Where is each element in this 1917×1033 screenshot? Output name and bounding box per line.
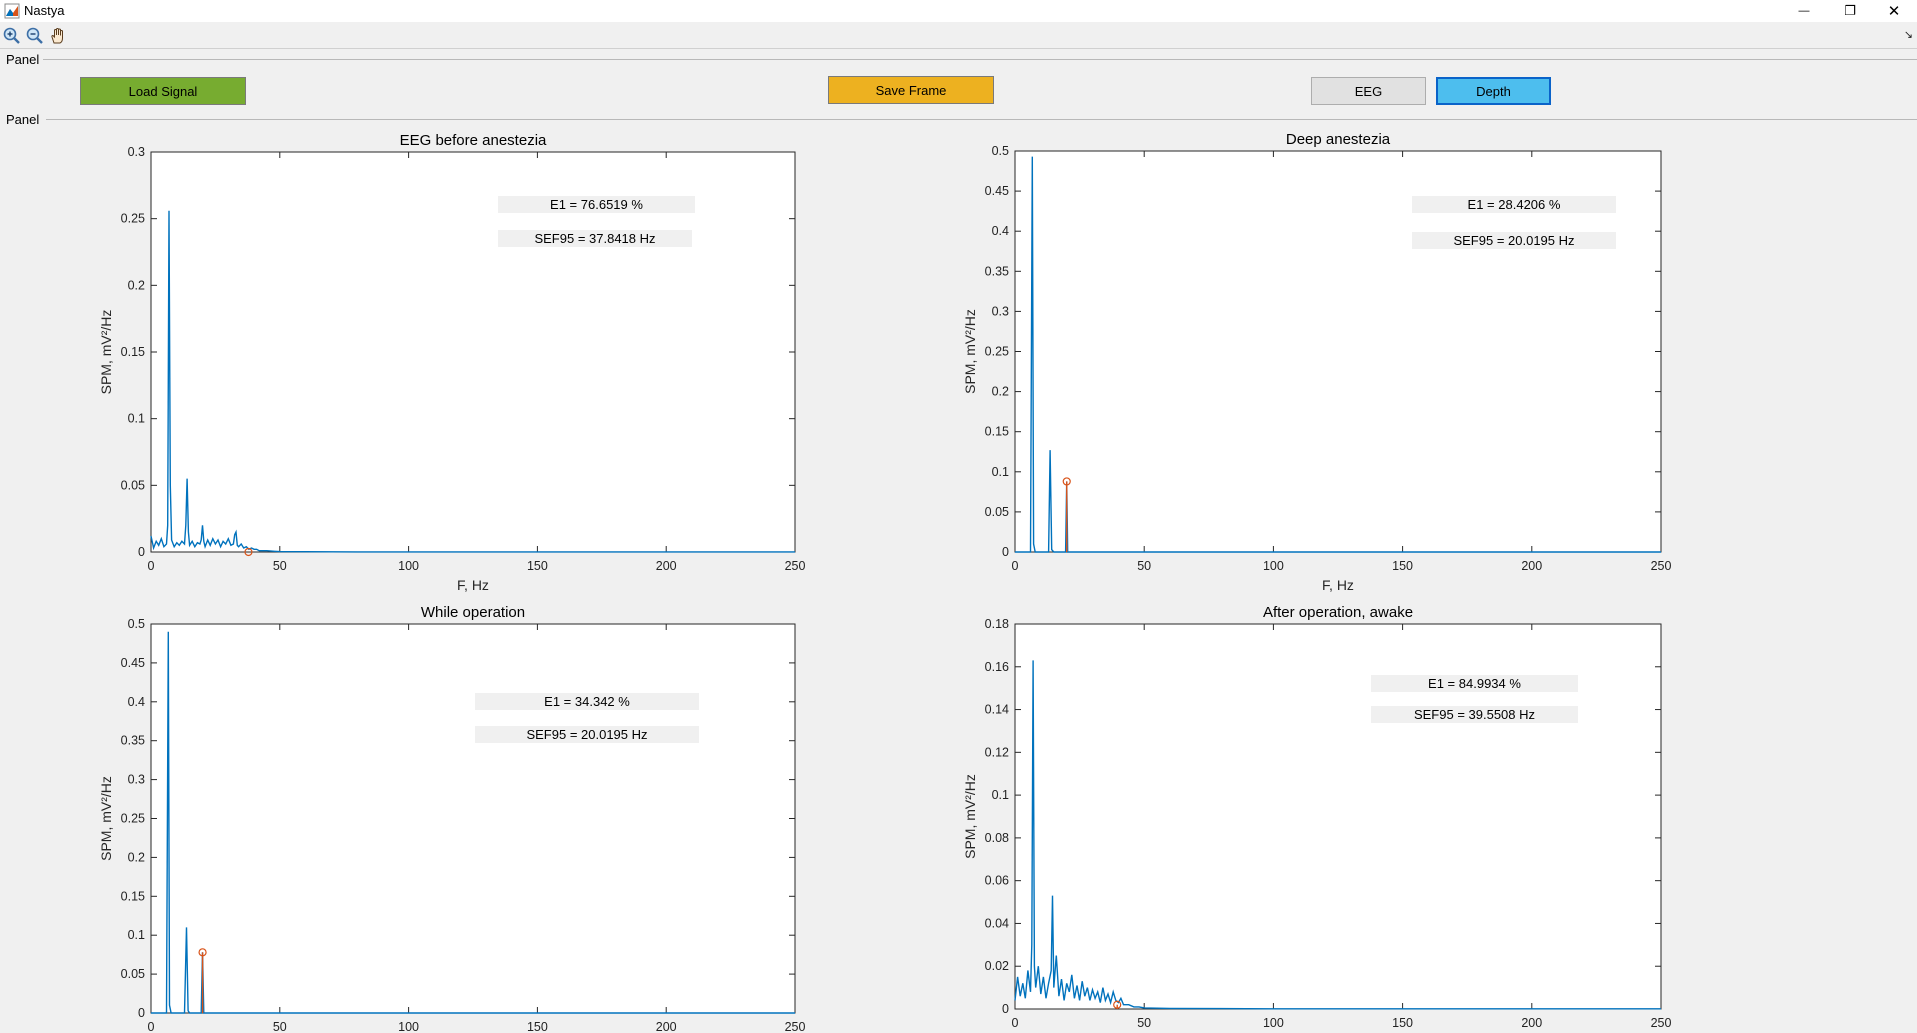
chart-1-title: EEG before anestezia — [400, 132, 547, 149]
chart-4-xtick-label: 100 — [1263, 1016, 1284, 1030]
chart-1-xtick-label: 200 — [656, 559, 677, 573]
chart-1-ylabel: SPM, mV²/Hz — [98, 310, 114, 395]
chart-2-info-text: E1 = 28.4206 % — [1468, 197, 1561, 212]
chart-2-ytick-label: 0.2 — [992, 385, 1009, 399]
chart-1-ytick-label: 0.05 — [121, 478, 145, 492]
chart-2-xlabel: F, Hz — [1322, 577, 1354, 593]
chart-1-xtick-label: 0 — [148, 559, 155, 573]
chart-4-ytick-label: 0.08 — [985, 831, 1009, 845]
chart-3-ylabel: SPM, mV²/Hz — [98, 776, 114, 861]
chart-4-ytick-label: 0.14 — [985, 703, 1009, 717]
chart-3-xtick-label: 150 — [527, 1020, 548, 1033]
chart-1-ytick-label: 0.25 — [121, 212, 145, 226]
chart-1-info-text: SEF95 = 37.8418 Hz — [534, 231, 655, 246]
chart-2-ytick-label: 0.15 — [985, 425, 1009, 439]
chart-3-xtick-label: 250 — [785, 1020, 806, 1033]
chart-1-axes — [150, 151, 796, 553]
chart-4-ytick-label: 0.1 — [992, 788, 1009, 802]
chart-4-ylabel: SPM, mV²/Hz — [962, 774, 978, 859]
chart-1-xtick-label: 50 — [273, 559, 287, 573]
chart-1-xtick-label: 100 — [398, 559, 419, 573]
chart-2-ytick-label: 0.5 — [992, 144, 1009, 158]
chart-1-ytick-label: 0.2 — [128, 278, 145, 292]
chart-4-title: After operation, awake — [1263, 604, 1413, 621]
chart-2-ytick-label: 0.3 — [992, 304, 1009, 318]
chart-2-ylabel: SPM, mV²/Hz — [962, 309, 978, 394]
chart-3-xtick-label: 50 — [273, 1020, 287, 1033]
chart-3-ytick-label: 0.35 — [121, 734, 145, 748]
chart-3-info-text: E1 = 34.342 % — [544, 694, 630, 709]
chart-1-xtick-label: 150 — [527, 559, 548, 573]
chart-4-ytick-label: 0.06 — [985, 874, 1009, 888]
chart-3-ytick-label: 0.4 — [128, 695, 145, 709]
chart-2-xtick-label: 200 — [1521, 559, 1542, 573]
chart-2-info-text: SEF95 = 20.0195 Hz — [1453, 233, 1574, 248]
chart-3-xtick-label: 0 — [148, 1020, 155, 1033]
spectrum-plots: 0 50 100 150 200 250 0 0.05 0.1 0.15 0.2 0.25 0.3 EEG… — [98, 131, 1672, 1033]
chart-2-ytick-label: 0.1 — [992, 465, 1009, 479]
chart-3-xtick-label: 200 — [656, 1020, 677, 1033]
chart-3-axes — [150, 623, 796, 1014]
chart-4-ytick-label: 0.04 — [985, 916, 1009, 930]
chart-4-xtick-label: 200 — [1521, 1016, 1542, 1030]
chart-2-xtick-label: 100 — [1263, 559, 1284, 573]
chart-2-xtick-label: 150 — [1392, 559, 1413, 573]
chart-4-ytick-label: 0.12 — [985, 745, 1009, 759]
chart-3-ytick-label: 0.1 — [128, 928, 145, 942]
chart-1-xtick-label: 250 — [785, 559, 806, 573]
chart-4-xtick-label: 150 — [1392, 1016, 1413, 1030]
chart-3-ytick-label: 0.3 — [128, 773, 145, 787]
chart-2-ytick-label: 0.25 — [985, 345, 1009, 359]
chart-4-xtick-label: 50 — [1137, 1016, 1151, 1030]
chart-1-ytick-label: 0.3 — [128, 145, 145, 159]
chart-3-title: While operation — [421, 604, 525, 621]
chart-2-ytick-label: 0.35 — [985, 264, 1009, 278]
chart-3-ytick-label: 0.15 — [121, 889, 145, 903]
chart-1-xlabel: F, Hz — [457, 577, 489, 593]
chart-3-ytick-label: 0 — [138, 1006, 145, 1020]
chart-4-ytick-label: 0.02 — [985, 959, 1009, 973]
chart-3-ytick-label: 0.5 — [128, 617, 145, 631]
chart-3-ytick-label: 0.05 — [121, 967, 145, 981]
chart-4-ytick-label: 0.18 — [985, 617, 1009, 631]
chart-1-ytick-label: 0 — [138, 545, 145, 559]
chart-2-ytick-label: 0.4 — [992, 224, 1009, 238]
chart-2-xtick-label: 0 — [1012, 559, 1019, 573]
chart-3-ytick-label: 0.25 — [121, 812, 145, 826]
chart-1-info-text: E1 = 76.6519 % — [550, 197, 643, 212]
chart-4-xtick-label: 0 — [1012, 1016, 1019, 1030]
chart-2-xtick-label: 250 — [1651, 559, 1672, 573]
chart-3-info-text: SEF95 = 20.0195 Hz — [526, 727, 647, 742]
chart-2-ytick-label: 0.05 — [985, 505, 1009, 519]
chart-1-ytick-label: 0.1 — [128, 412, 145, 426]
chart-4-info-text: SEF95 = 39.5508 Hz — [1414, 707, 1535, 722]
chart-3-ytick-label: 0.45 — [121, 656, 145, 670]
chart-3-ytick-label: 0.2 — [128, 850, 145, 864]
chart-2-title: Deep anestezia — [1286, 131, 1391, 148]
chart-2-ytick-label: 0 — [1002, 545, 1009, 559]
chart-2-xtick-label: 50 — [1137, 559, 1151, 573]
chart-1-ytick-label: 0.15 — [121, 345, 145, 359]
chart-2-ytick-label: 0.45 — [985, 184, 1009, 198]
chart-3-xtick-label: 100 — [398, 1020, 419, 1033]
chart-4-info-text: E1 = 84.9934 % — [1428, 676, 1521, 691]
chart-4-xtick-label: 250 — [1651, 1016, 1672, 1030]
chart-4-ytick-label: 0 — [1002, 1002, 1009, 1016]
chart-4-ytick-label: 0.16 — [985, 660, 1009, 674]
